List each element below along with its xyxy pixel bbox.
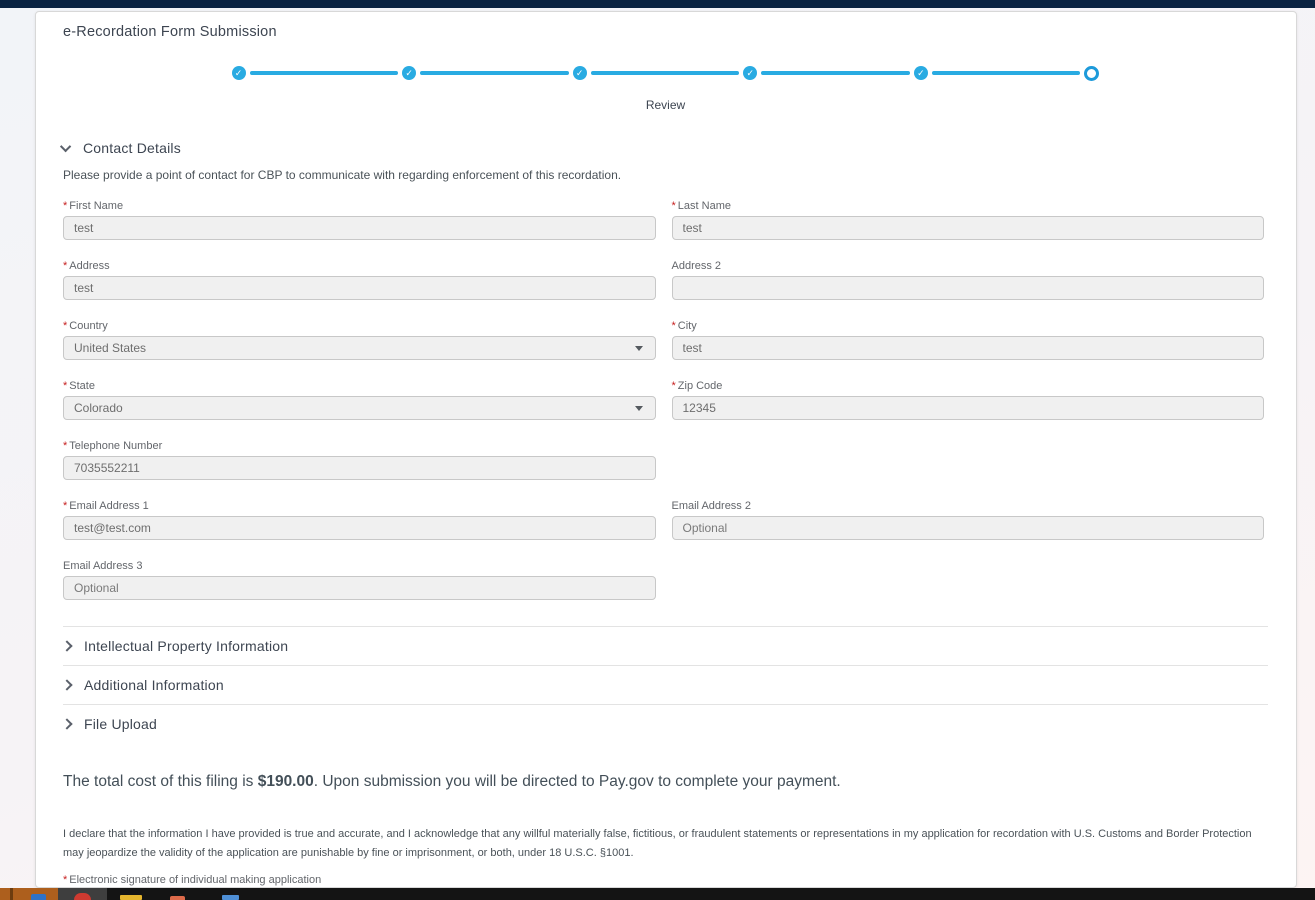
step-connector-line <box>420 71 569 75</box>
taskbar[interactable] <box>0 888 1315 900</box>
required-marker: * <box>63 873 68 886</box>
required-marker: * <box>671 380 676 392</box>
section-title: Intellectual Property Information <box>84 638 289 654</box>
contact-form-grid: *First Name *Last Name *Address Address … <box>63 200 1268 600</box>
section-file-upload[interactable]: File Upload <box>61 704 1268 743</box>
progress-stepper: ✓ ✓ ✓ ✓ ✓ <box>231 64 1100 82</box>
city-label: * City <box>671 320 697 332</box>
first-name-input[interactable] <box>64 217 655 239</box>
state-select[interactable]: Colorado <box>63 396 656 420</box>
address2-field: Address 2 <box>671 260 1264 300</box>
step-node-2-complete: ✓ <box>402 66 417 80</box>
zip-field: * Zip Code <box>671 380 1264 420</box>
section-title: File Upload <box>84 716 158 732</box>
phone-input[interactable] <box>64 457 655 479</box>
address-label: * Address <box>63 260 110 272</box>
email2-field: Email Address 2 <box>671 500 1264 540</box>
taskbar-app-icon-blue[interactable] <box>222 895 239 900</box>
taskbar-app-icon-red[interactable] <box>170 896 185 900</box>
required-marker: * <box>671 320 676 332</box>
step-connector-line <box>249 71 399 75</box>
first-name-field: * First Name <box>63 200 656 240</box>
email1-field: * Email Address 1 <box>63 500 656 540</box>
section-intellectual-property[interactable]: Intellectual Property Information <box>61 626 1268 665</box>
city-input[interactable] <box>672 337 1263 359</box>
taskbar-app-icon-yellow[interactable] <box>120 895 142 900</box>
contact-description: Please provide a point of contact for CB… <box>63 168 622 182</box>
taskbar-icon-detail <box>31 894 46 900</box>
step-node-1-complete: ✓ <box>231 66 246 80</box>
email1-input[interactable] <box>64 517 655 539</box>
top-navy-bar <box>0 0 1315 8</box>
email3-input[interactable] <box>64 577 655 599</box>
required-marker: * <box>63 200 68 212</box>
email3-label: Email Address 3 <box>63 560 143 572</box>
required-marker: * <box>63 320 68 332</box>
chevron-right-icon <box>61 679 73 691</box>
state-selected-value: Colorado <box>74 401 123 415</box>
step-node-5-complete: ✓ <box>913 66 928 80</box>
country-select[interactable]: United States <box>63 336 656 360</box>
step-connector-line <box>590 71 740 75</box>
email1-label: * Email Address 1 <box>63 500 149 512</box>
last-name-field: * Last Name <box>671 200 1264 240</box>
state-label: * State <box>63 380 95 392</box>
chevron-right-icon <box>61 640 73 652</box>
dropdown-caret-icon <box>634 406 643 411</box>
last-name-input[interactable] <box>672 217 1263 239</box>
country-selected-value: United States <box>74 341 147 355</box>
section-additional-information[interactable]: Additional Information <box>61 665 1268 704</box>
taskbar-icon-detail <box>10 888 13 900</box>
address2-input[interactable] <box>672 277 1263 299</box>
signature-label: * Electronic signature of individual maki… <box>63 873 322 886</box>
form-card: e-Recordation Form Submission ✓ ✓ ✓ ✓ ✓ Revi… <box>35 11 1297 888</box>
chevron-down-icon <box>59 140 72 153</box>
address2-label: Address 2 <box>671 260 722 272</box>
step-node-3-complete: ✓ <box>572 66 587 80</box>
grid-spacer <box>672 440 1265 480</box>
declaration-text: I declare that the information I have pr… <box>63 828 1252 860</box>
required-marker: * <box>63 440 68 452</box>
city-field: * City <box>671 320 1264 360</box>
phone-label: * Telephone Number <box>63 440 163 452</box>
section-title: Contact Details <box>83 140 181 156</box>
grid-spacer <box>672 560 1265 600</box>
page-title: e-Recordation Form Submission <box>63 24 277 40</box>
taskbar-icon-detail <box>74 893 91 900</box>
step-connector-line <box>931 71 1081 75</box>
country-field: * Country United States <box>63 320 656 360</box>
address-input[interactable] <box>64 277 655 299</box>
chevron-right-icon <box>61 718 73 730</box>
taskbar-app-icon-orange[interactable] <box>0 888 58 900</box>
required-marker: * <box>63 380 68 392</box>
phone-field: * Telephone Number <box>63 440 656 480</box>
dropdown-caret-icon <box>634 346 643 351</box>
zip-label: * Zip Code <box>671 380 723 392</box>
section-contact-details[interactable]: Contact Details <box>59 140 1268 156</box>
state-field: * State Colorado <box>63 380 656 420</box>
current-step-label: Review <box>645 98 686 112</box>
total-cost-text: The total cost of this filing is $190.00… <box>63 773 841 790</box>
section-title: Additional Information <box>84 677 224 693</box>
first-name-label: * First Name <box>63 200 124 212</box>
address-field: * Address <box>63 260 656 300</box>
last-name-label: * Last Name <box>671 200 731 212</box>
country-label: * Country <box>63 320 108 332</box>
email3-field: Email Address 3 <box>63 560 656 600</box>
cost-amount: $190.00 <box>257 773 314 790</box>
email2-label: Email Address 2 <box>671 500 751 512</box>
required-marker: * <box>63 260 68 272</box>
progress-stepper-wrap: ✓ ✓ ✓ ✓ ✓ Review <box>231 64 1100 112</box>
zip-input[interactable] <box>672 397 1263 419</box>
email2-input[interactable] <box>672 517 1263 539</box>
step-node-6-current <box>1084 65 1100 81</box>
required-marker: * <box>63 500 68 512</box>
step-connector-line <box>761 71 910 75</box>
step-node-4-complete: ✓ <box>743 66 758 80</box>
taskbar-app-icon-browser[interactable] <box>58 888 107 900</box>
required-marker: * <box>671 200 676 212</box>
